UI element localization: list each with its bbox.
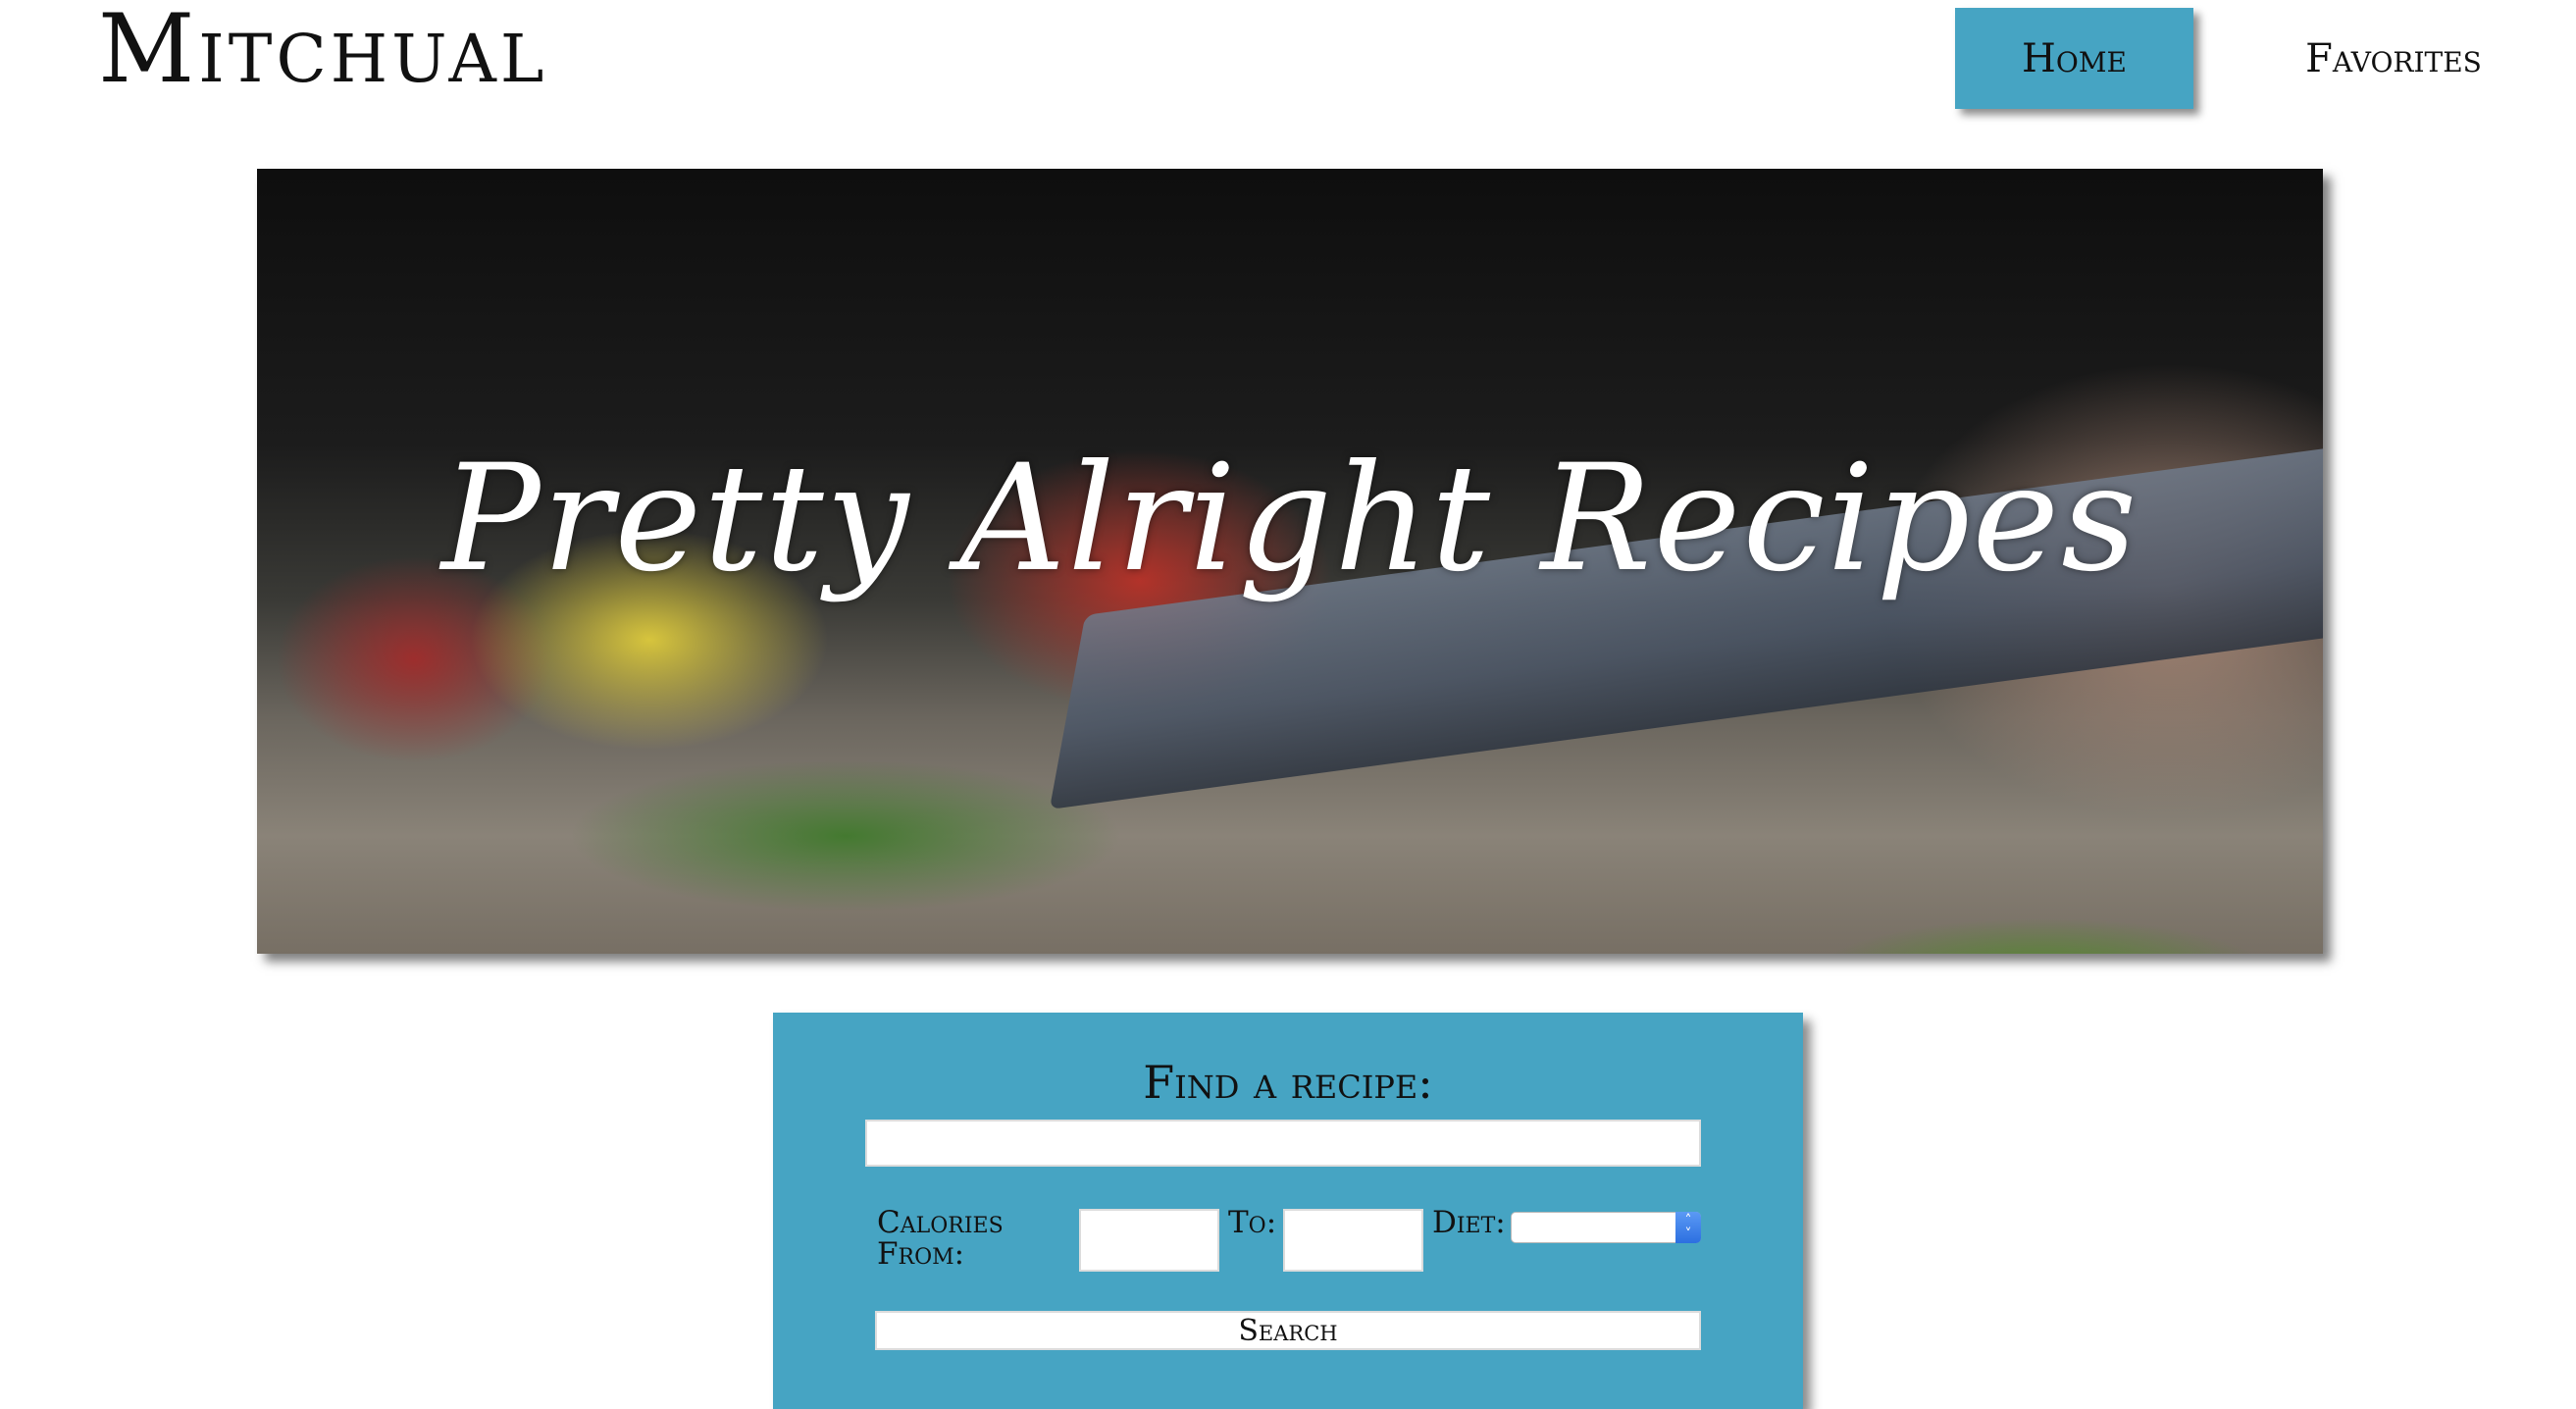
hero-banner: Pretty Alright Recipes xyxy=(257,169,2323,954)
nav-favorites-link[interactable]: Favorites xyxy=(2256,8,2531,109)
nav-home-button[interactable]: Home xyxy=(1955,8,2193,109)
page: Mitchual Home Favorites Pretty Alright R… xyxy=(0,0,2576,1409)
calories-from-label: Calories From: xyxy=(877,1205,1004,1272)
diet-select[interactable]: ˄ ˅ xyxy=(1511,1212,1701,1243)
calories-from-input[interactable] xyxy=(1079,1209,1219,1272)
select-arrows-icon[interactable]: ˄ ˅ xyxy=(1675,1212,1701,1243)
calories-to-label: To: xyxy=(1228,1205,1277,1240)
recipe-search-panel: Find a recipe: Calories From: To: Diet: … xyxy=(773,1013,1803,1409)
search-heading: Find a recipe: xyxy=(1143,1056,1433,1109)
recipe-search-input[interactable] xyxy=(865,1120,1701,1167)
search-button[interactable]: Search xyxy=(875,1311,1701,1350)
diet-label: Diet: xyxy=(1432,1205,1506,1240)
site-brand[interactable]: Mitchual xyxy=(98,0,547,98)
hero-title: Pretty Alright Recipes xyxy=(440,434,2139,604)
calories-to-input[interactable] xyxy=(1283,1209,1423,1272)
